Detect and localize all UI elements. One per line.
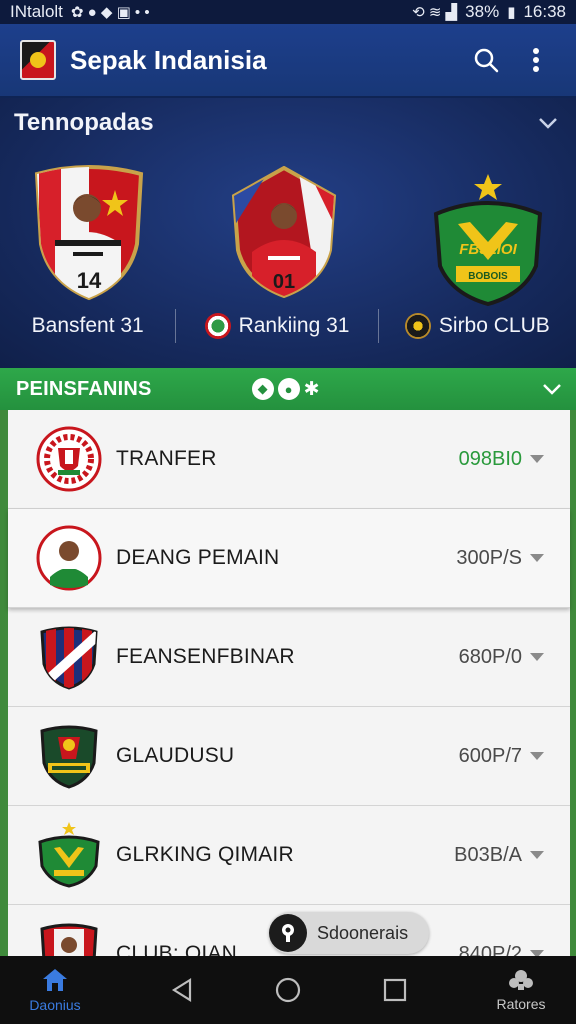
crest-2-number: 01	[273, 271, 295, 293]
list-item-label: GLRKING QIMAIR	[116, 843, 294, 866]
list-area: TRANFER 098BI0 DEANG PEMAIN 300P/S FEANS…	[0, 410, 576, 956]
green-club-shield-icon	[36, 822, 102, 888]
list-item-label: GLAUDUSU	[116, 744, 235, 767]
featured-label-2-text: Rankiing 31	[238, 314, 350, 337]
player-crest-2[interactable]: 01	[228, 165, 340, 299]
recents-button[interactable]	[360, 956, 430, 1024]
club-crest-text: FBJLIOI	[459, 241, 517, 258]
chevron-down-icon	[539, 118, 557, 129]
featured-label-1-text: Bansfent 31	[31, 314, 144, 337]
back-triangle-icon	[171, 978, 191, 1002]
featured-section: Tennopadas 14 01 FBJLIOI BOBOIS Bansfent…	[0, 98, 576, 368]
more-options-button[interactable]	[516, 40, 556, 80]
dropdown-arrow-icon	[530, 554, 544, 562]
whistle-icon	[269, 914, 307, 952]
search-icon	[474, 48, 499, 73]
garuda-shield-icon	[36, 723, 102, 789]
striped-shield-icon	[36, 624, 102, 690]
player-crest-1[interactable]: 14	[29, 164, 149, 302]
nav-ratings[interactable]: Ratores	[466, 956, 576, 1024]
app-bar: Sepak Indanisia	[0, 24, 576, 98]
dropdown-arrow-icon	[530, 455, 544, 463]
notification-icons: ✿ ● ◆ ▣ • •	[70, 4, 150, 21]
star-cross-icon: ✱	[303, 378, 320, 400]
time-text: 16:38	[523, 2, 566, 21]
shield-player-icon: 01	[231, 165, 337, 299]
transfer-badge-icon	[36, 426, 102, 492]
ranking-badge-icon	[204, 313, 231, 339]
list-item-value: 098BI0	[458, 447, 522, 470]
carrier-text: INtalolt	[10, 2, 63, 21]
dropdown-arrow-icon	[530, 851, 544, 859]
signal-icons: ⟲ ≋ ▟	[412, 4, 458, 21]
chevron-down-icon	[543, 384, 561, 395]
status-bar: INtalolt ✿ ● ◆ ▣ • • ⟲ ≋ ▟ 38% ▮ 16:38	[0, 0, 576, 24]
battery-text: 38%	[465, 2, 500, 21]
section-title: PEINSFANINS	[16, 377, 152, 400]
list-item-value: B03B/A	[454, 843, 522, 866]
club-shield-icon: FBJLIOI BOBOIS	[433, 174, 543, 307]
list-item-label: FEANSENFBINAR	[116, 645, 295, 668]
app-logo	[20, 40, 56, 80]
home-icon	[43, 969, 67, 991]
list-item[interactable]: GLAUDUSU 600P/7	[8, 707, 570, 806]
player-avatar-icon	[36, 525, 102, 591]
home-circle-icon	[275, 977, 301, 1003]
list-item-label: TRANFER	[116, 447, 217, 470]
ball-icon: ●	[277, 378, 300, 400]
battery-icon: ▮	[507, 4, 516, 21]
shield-player-icon: 14	[34, 165, 144, 301]
shield-small-icon: ◆	[251, 378, 274, 400]
club-crest[interactable]: FBJLIOI BOBOIS	[432, 170, 544, 307]
list-item-label: DEANG PEMAIN	[116, 546, 280, 569]
featured-label-3[interactable]: Sirbo CLUB	[379, 306, 576, 346]
club-badge-icon	[404, 313, 431, 339]
recents-square-icon	[383, 978, 406, 1002]
featured-label-2[interactable]: Rankiing 31	[176, 306, 377, 346]
featured-label-3-text: Sirbo CLUB	[438, 314, 550, 337]
app-title: Sepak Indanisia	[70, 44, 267, 75]
floating-chip[interactable]: Sdoonerais	[269, 912, 429, 954]
bottom-navigation: Daonius Ratores	[0, 956, 576, 1024]
section-icons: ◆ ● ✱	[251, 378, 542, 401]
crest-1-number: 14	[77, 268, 102, 293]
back-button[interactable]	[147, 956, 217, 1024]
list-item-value: 680P/0	[458, 645, 522, 668]
list-item-value: 840P/2	[458, 942, 522, 957]
list-item-value: 600P/7	[458, 744, 522, 767]
dropdown-arrow-icon	[530, 752, 544, 760]
list-item[interactable]: FEANSENFBINAR 680P/0	[8, 608, 570, 707]
nav-home[interactable]: Daonius	[0, 956, 110, 1024]
trophy-cluster-icon	[509, 970, 533, 990]
club-player-icon	[36, 921, 102, 956]
section-header[interactable]: PEINSFANINS ◆ ● ✱	[0, 368, 576, 410]
list-item[interactable]: GLRKING QIMAIR B03B/A	[8, 806, 570, 905]
club-crest-subtext: BOBOIS	[468, 271, 508, 282]
featured-title: Tennopadas	[14, 109, 154, 136]
nav-home-label: Daonius	[29, 997, 81, 1013]
chip-label: Sdoonerais	[317, 922, 409, 943]
list-item[interactable]: DEANG PEMAIN 300P/S	[8, 509, 570, 608]
featured-label-1[interactable]: Bansfent 31	[0, 306, 175, 346]
search-button[interactable]	[466, 40, 506, 80]
more-vert-icon	[533, 48, 539, 72]
featured-header[interactable]: Tennopadas	[14, 108, 558, 138]
list-item[interactable]: TRANFER 098BI0	[8, 410, 570, 509]
featured-labels: Bansfent 31 Rankiing 31 Sirbo CLUB	[0, 306, 576, 346]
nav-ratings-label: Ratores	[496, 996, 546, 1012]
menu-list: TRANFER 098BI0 DEANG PEMAIN 300P/S FEANS…	[8, 410, 570, 956]
dropdown-arrow-icon	[530, 653, 544, 661]
home-system-button[interactable]	[253, 956, 323, 1024]
list-item-value: 300P/S	[456, 546, 522, 569]
dropdown-arrow-icon	[530, 950, 544, 956]
